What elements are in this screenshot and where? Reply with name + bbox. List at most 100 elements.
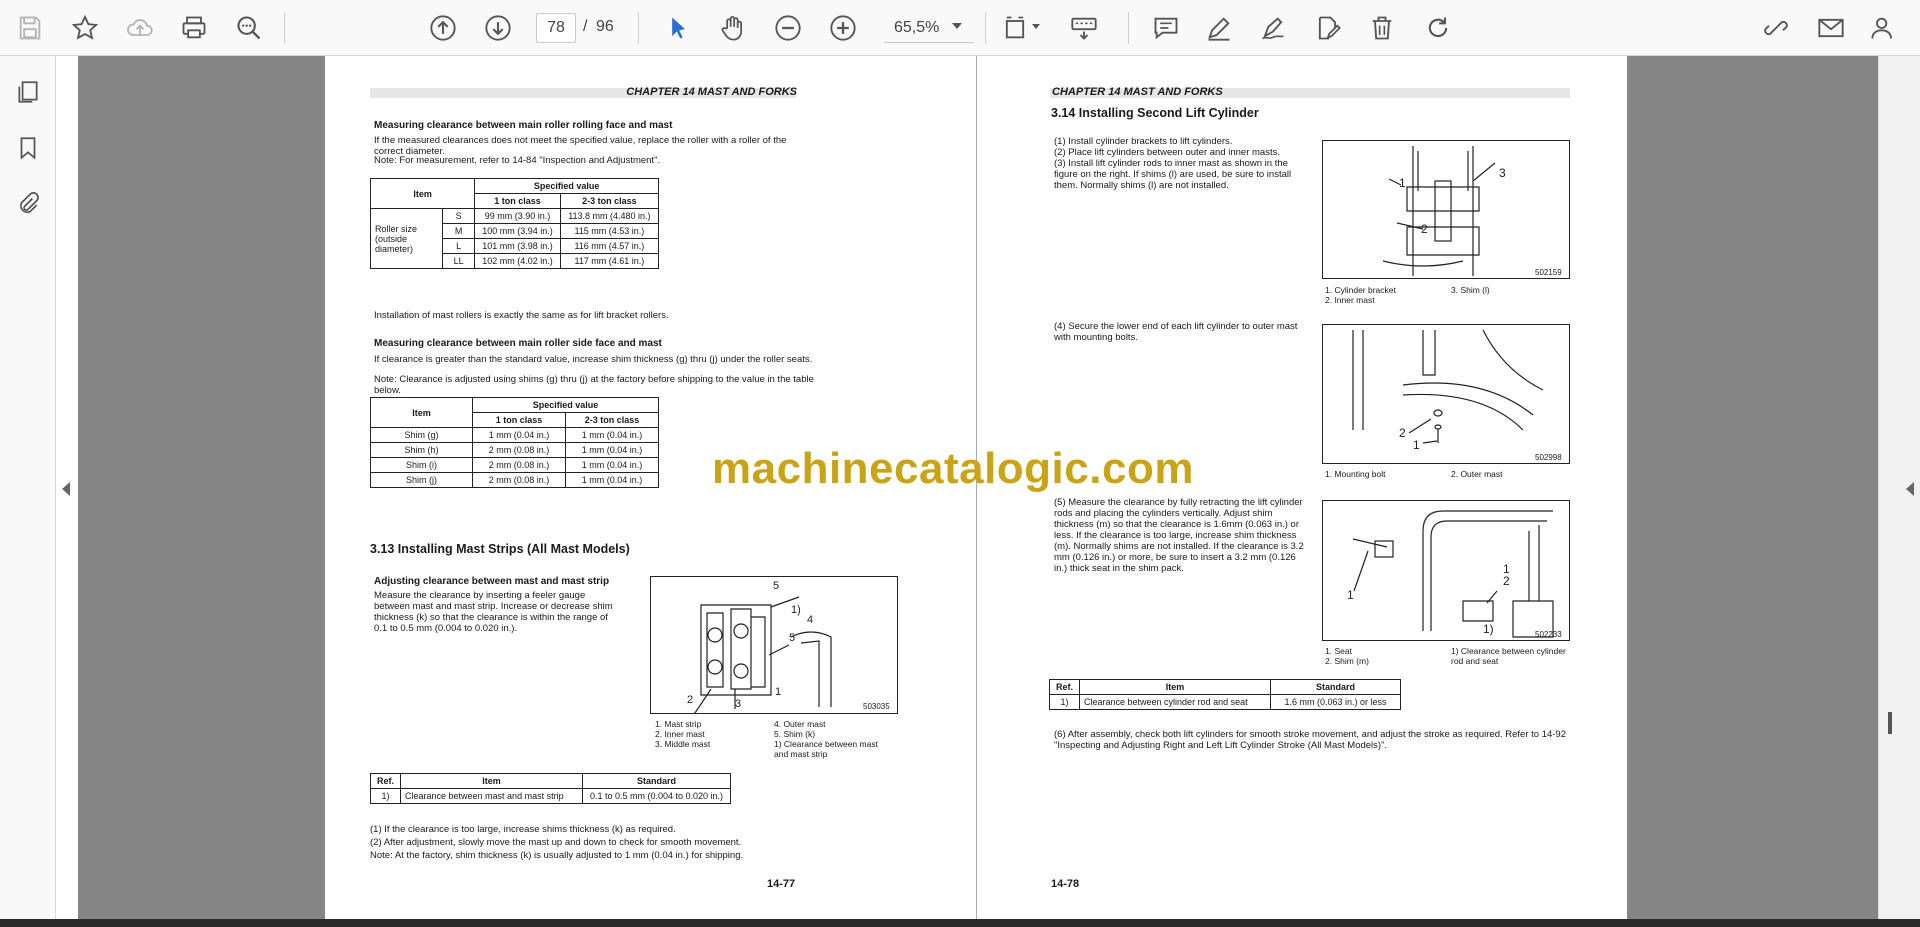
table-cell: 0.1 to 0.5 mm (0.004 to 0.020 in.) — [582, 788, 731, 804]
table-cell: LL — [441, 253, 476, 269]
table-cell: 100 mm (3.94 in.) — [474, 223, 561, 239]
step-item: (4) Secure the lower end of each lift cy… — [1054, 321, 1298, 343]
previous-page-button[interactable] — [425, 10, 461, 46]
svg-text:1: 1 — [1347, 588, 1354, 602]
figure-id: 502998 — [1535, 453, 1562, 462]
vertical-scrollbar[interactable] — [1888, 712, 1892, 734]
toolbar-separator — [284, 12, 285, 44]
body-text: If clearance is greater than the standar… — [374, 354, 813, 365]
star-icon — [71, 14, 99, 40]
figure-id: 502159 — [1535, 268, 1562, 277]
table-cell: 1) — [370, 788, 401, 804]
table-cell: Clearance between cylinder rod and seat — [1079, 694, 1271, 710]
table-header: 1 ton class — [474, 193, 561, 209]
hand-tool-button[interactable] — [715, 10, 751, 46]
table-cell: Shim (h) — [370, 442, 473, 458]
plus-circle-icon — [830, 15, 856, 41]
find-button[interactable] — [231, 10, 267, 46]
bookmarks-button[interactable] — [10, 130, 46, 166]
figure-id: 503035 — [863, 702, 890, 711]
cursor-arrow-icon — [672, 17, 685, 39]
page-total: 96 — [596, 18, 614, 35]
step-item: (6) After assembly, check both lift cyli… — [1054, 729, 1567, 751]
comment-button[interactable] — [1148, 10, 1184, 46]
attachments-button[interactable] — [10, 186, 46, 222]
bookmark-star-button[interactable] — [67, 10, 103, 46]
keyboard-scroll-button[interactable] — [1066, 10, 1102, 46]
table-cell: 1 mm (0.04 in.) — [472, 427, 566, 443]
chapter-header: CHAPTER 14 MAST AND FORKS — [626, 86, 797, 98]
pages-icon — [18, 81, 38, 103]
table-cell: 1 mm (0.04 in.) — [565, 457, 659, 473]
table-header: Specified value — [474, 178, 659, 194]
page-fit-button[interactable] — [997, 10, 1033, 46]
caption-line: 1) Clearance between mast and mast strip — [774, 739, 878, 759]
page-number-input[interactable] — [536, 13, 576, 43]
table-cell: 1 mm (0.04 in.) — [565, 427, 659, 443]
toolbar-separator — [638, 12, 639, 44]
table-row: Shim (h) 2 mm (0.08 in.) 1 mm (0.04 in.) — [370, 442, 659, 458]
draw-button[interactable] — [1255, 10, 1291, 46]
table-cell: 99 mm (3.90 in.) — [474, 208, 561, 224]
email-button[interactable] — [1813, 10, 1849, 46]
svg-text:1: 1 — [775, 686, 781, 698]
user-settings-button[interactable] — [1866, 10, 1902, 46]
toolbar-separator — [1128, 12, 1129, 44]
table-header: 2-3 ton class — [559, 193, 660, 209]
notes-list: (1) If the clearance is too large, incre… — [370, 824, 840, 861]
table-cell: S — [441, 208, 476, 224]
table-header: Item — [1079, 679, 1271, 695]
cylinder-seat-figure: 1 2 1 1) 502233 — [1322, 500, 1570, 641]
table-cell: Shim (i) — [370, 457, 473, 473]
page-number: 14-77 — [767, 878, 796, 890]
note-item: (2) After adjustment, slowly move the ma… — [370, 837, 742, 848]
table-cell: L — [441, 238, 476, 254]
zoom-in-button[interactable] — [825, 10, 861, 46]
chevron-down-icon[interactable] — [952, 23, 962, 29]
link-edit-icon — [1764, 20, 1788, 36]
upload-cloud-button[interactable] — [122, 10, 158, 46]
svg-text:1: 1 — [1503, 562, 1510, 576]
thumbnails-button[interactable] — [10, 74, 46, 110]
rotate-icon — [1428, 17, 1448, 38]
next-page-button[interactable] — [480, 10, 516, 46]
table-cell: 117 mm (4.61 in.) — [559, 253, 660, 269]
save-button[interactable] — [12, 10, 48, 46]
document-edit-icon — [1318, 16, 1341, 40]
expand-right-panel-icon[interactable] — [1906, 482, 1914, 496]
edit-document-button[interactable] — [1310, 10, 1346, 46]
select-tool-button[interactable] — [660, 10, 696, 46]
redo-button[interactable] — [1420, 10, 1456, 46]
share-link-button[interactable] — [1758, 10, 1794, 46]
cylinder-seat-drawing: 1211) — [1347, 510, 1554, 638]
table-header: Standard — [1270, 679, 1401, 695]
table-cell: 113.8 mm (4.480 in.) — [559, 208, 660, 224]
step-item: (1) Install cylinder brackets to lift cy… — [1054, 136, 1233, 147]
caption-line: 2. Inner mast — [655, 729, 705, 739]
highlight-button[interactable] — [1201, 10, 1237, 46]
chevron-down-icon[interactable] — [1032, 24, 1040, 29]
table-cell: 1) — [1049, 694, 1080, 710]
taskbar-strip — [0, 919, 1920, 927]
print-button[interactable] — [176, 10, 212, 46]
caption-line: 5. Shim (k) — [774, 729, 816, 739]
table-header: Item — [369, 178, 476, 209]
caption-line: 1. Cylinder bracket — [1325, 285, 1396, 295]
document-viewer[interactable]: CHAPTER 14 MAST AND FORKS Measuring clea… — [57, 56, 1920, 919]
viewer-background — [1627, 56, 1878, 919]
magnifier-icon — [237, 16, 261, 40]
table-cell: 115 mm (4.53 in.) — [559, 223, 660, 239]
delete-button[interactable] — [1364, 10, 1400, 46]
watermark-text: machinecatalogic.com — [712, 444, 1194, 493]
zoom-out-button[interactable] — [770, 10, 806, 46]
caption-line: 3. Middle mast — [655, 739, 711, 749]
figure-caption: 2. Outer mast — [1451, 469, 1503, 479]
svg-text:2: 2 — [1421, 222, 1428, 236]
figure-caption: 1. Mounting bolt — [1325, 469, 1386, 479]
note-item: (1) If the clearance is too large, incre… — [370, 824, 676, 835]
table-header: Ref. — [1049, 679, 1080, 695]
page-separator: / — [583, 18, 588, 35]
table-cell: Shim (g) — [370, 427, 473, 443]
collapse-sidebar-icon[interactable] — [62, 482, 70, 496]
comment-icon — [1154, 17, 1178, 40]
